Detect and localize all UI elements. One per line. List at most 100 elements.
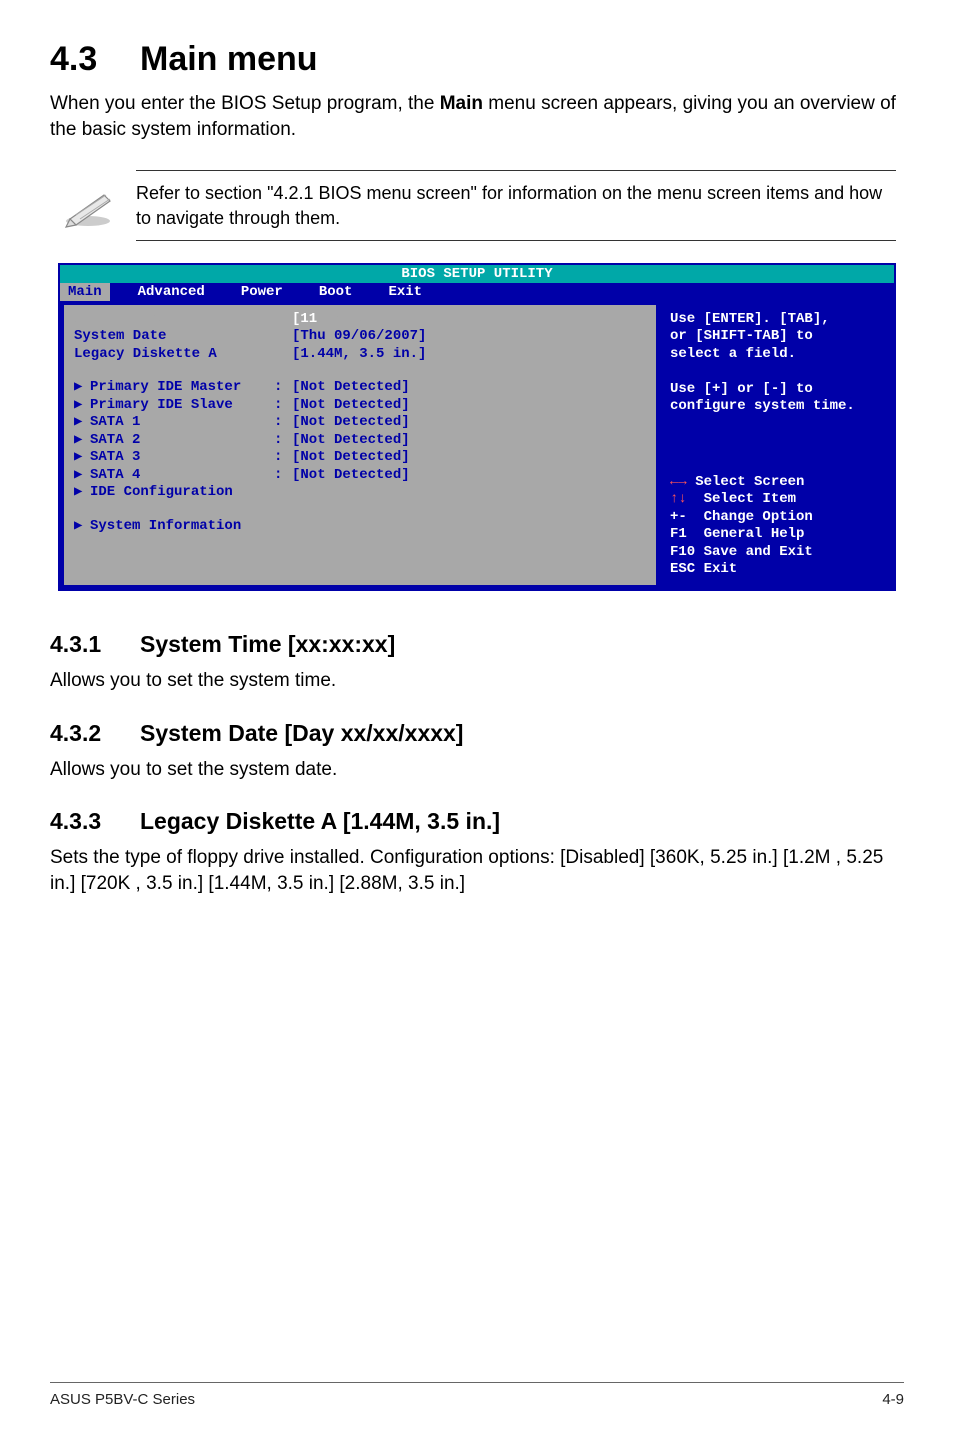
help-line: or [SHIFT-TAB] to (670, 328, 880, 346)
triangle-icon: ▶ (74, 467, 90, 485)
triangle-icon: ▶ (74, 414, 90, 432)
value-sata2: [Not Detected] (292, 432, 646, 450)
colon (274, 311, 292, 329)
page-title: 4.3Main menu (50, 40, 904, 79)
value-pis: [Not Detected] (292, 397, 646, 415)
label-sysinfo: System Information (90, 518, 274, 536)
bios-screen: BIOS SETUP UTILITY Main Advanced Power B… (58, 263, 896, 591)
bios-body: System Time [11:10:19] System Date [Thu … (60, 301, 894, 589)
help-select-screen: ←→ Select Screen (670, 474, 880, 492)
section-heading-431: 4.3.1System Time [xx:xx:xx] (50, 631, 904, 658)
intro-pre: When you enter the BIOS Setup program, t… (50, 93, 440, 114)
colon: : (274, 414, 292, 432)
bios-tab-power[interactable]: Power (233, 283, 291, 301)
help-line (670, 363, 880, 381)
footer-left: ASUS P5BV-C Series (50, 1391, 195, 1408)
arrows-lr-icon: ←→ (670, 474, 695, 490)
label-legacy-diskette: Legacy Diskette A (74, 346, 274, 364)
triangle-icon: ▶ (74, 484, 90, 502)
triangle-icon: ▶ (74, 432, 90, 450)
section-text-432: Allows you to set the system date. (50, 757, 904, 783)
triangle-icon: ▶ (74, 397, 90, 415)
note-block: Refer to section "4.2.1 BIOS menu screen… (58, 170, 896, 241)
label-system-time: System Time (74, 311, 274, 329)
page-footer: ASUS P5BV-C Series 4-9 (50, 1382, 904, 1408)
row-legacy-diskette[interactable]: Legacy Diskette A [1.44M, 3.5 in.] (74, 346, 646, 364)
triangle-icon: ▶ (74, 518, 90, 536)
spacer (670, 416, 880, 474)
section-title: Legacy Diskette A [1.44M, 3.5 in.] (140, 808, 500, 834)
colon (274, 346, 292, 364)
colon: : (274, 467, 292, 485)
bios-header: BIOS SETUP UTILITY (60, 265, 894, 283)
row-system-date[interactable]: System Date [Thu 09/06/2007] (74, 328, 646, 346)
note-text-wrap: Refer to section "4.2.1 BIOS menu screen… (136, 170, 896, 241)
row-sata3[interactable]: ▶ SATA 3 : [Not Detected] (74, 449, 646, 467)
bios-right-panel: Use [ENTER]. [TAB], or [SHIFT-TAB] to se… (660, 305, 890, 585)
section-title: System Date [Day xx/xx/xxxx] (140, 720, 463, 746)
colon: : (274, 449, 292, 467)
section-heading-432: 4.3.2System Date [Day xx/xx/xxxx] (50, 720, 904, 747)
row-ide-config[interactable]: ▶ IDE Configuration (74, 484, 646, 502)
help-select-item: ↑↓ Select Item (670, 491, 880, 509)
label-system-date: System Date (74, 328, 274, 346)
bios-tabs: Main Advanced Power Boot Exit (60, 283, 894, 301)
help-line: select a field. (670, 346, 880, 364)
section-title: System Time [xx:xx:xx] (140, 631, 395, 657)
title-number: 4.3 (50, 40, 140, 79)
footer-right: 4-9 (882, 1391, 904, 1408)
section-number: 4.3.1 (50, 631, 140, 658)
help-line: Use [+] or [-] to (670, 381, 880, 399)
help-line: F10 Save and Exit (670, 544, 880, 562)
colon: : (274, 397, 292, 415)
spacer (74, 502, 646, 518)
help-select-screen-text: Select Screen (695, 474, 804, 490)
row-system-time[interactable]: System Time [11:10:19] (74, 311, 646, 329)
help-line: configure system time. (670, 398, 880, 416)
row-primary-ide-slave[interactable]: ▶ Primary IDE Slave : [Not Detected] (74, 397, 646, 415)
value-pim: [Not Detected] (292, 379, 646, 397)
row-sata2[interactable]: ▶ SATA 2 : [Not Detected] (74, 432, 646, 450)
intro-paragraph: When you enter the BIOS Setup program, t… (50, 91, 904, 142)
arrows-ud-icon: ↑↓ (670, 491, 704, 507)
help-line: F1 General Help (670, 526, 880, 544)
value-sata3: [Not Detected] (292, 449, 646, 467)
value-sata1: [Not Detected] (292, 414, 646, 432)
bios-tab-boot[interactable]: Boot (311, 283, 361, 301)
value-sata4: [Not Detected] (292, 467, 646, 485)
section-heading-433: 4.3.3Legacy Diskette A [1.44M, 3.5 in.] (50, 808, 904, 835)
row-sata4[interactable]: ▶ SATA 4 : [Not Detected] (74, 467, 646, 485)
title-text: Main menu (140, 40, 318, 78)
note-text: Refer to section "4.2.1 BIOS menu screen… (136, 181, 896, 230)
help-select-item-text: Select Item (704, 491, 796, 507)
bios-tab-advanced[interactable]: Advanced (130, 283, 213, 301)
section-text-431: Allows you to set the system time. (50, 668, 904, 694)
triangle-icon: ▶ (74, 379, 90, 397)
row-primary-ide-master[interactable]: ▶ Primary IDE Master : [Not Detected] (74, 379, 646, 397)
help-line: +- Change Option (670, 509, 880, 527)
row-system-info[interactable]: ▶ System Information (74, 518, 646, 536)
colon: : (274, 432, 292, 450)
triangle-icon: ▶ (74, 449, 90, 467)
label-sata3: SATA 3 (90, 449, 274, 467)
bios-left-panel: System Time [11:10:19] System Date [Thu … (64, 305, 656, 585)
row-sata1[interactable]: ▶ SATA 1 : [Not Detected] (74, 414, 646, 432)
bios-tab-exit[interactable]: Exit (380, 283, 430, 301)
label-ide-config: IDE Configuration (90, 484, 274, 502)
spacer (74, 363, 646, 379)
value-system-time-hl: [11 (292, 311, 317, 327)
label-pim: Primary IDE Master (90, 379, 274, 397)
section-number: 4.3.2 (50, 720, 140, 747)
section-number: 4.3.3 (50, 808, 140, 835)
help-line: Use [ENTER]. [TAB], (670, 311, 880, 329)
help-line: ESC Exit (670, 561, 880, 579)
colon (274, 328, 292, 346)
section-text-433: Sets the type of floppy drive installed.… (50, 845, 904, 896)
value-legacy-diskette: [1.44M, 3.5 in.] (292, 346, 646, 364)
pencil-icon (58, 183, 118, 228)
bios-tab-main[interactable]: Main (60, 283, 110, 301)
value-system-date: [Thu 09/06/2007] (292, 328, 646, 346)
label-pis: Primary IDE Slave (90, 397, 274, 415)
label-sata2: SATA 2 (90, 432, 274, 450)
colon: : (274, 379, 292, 397)
